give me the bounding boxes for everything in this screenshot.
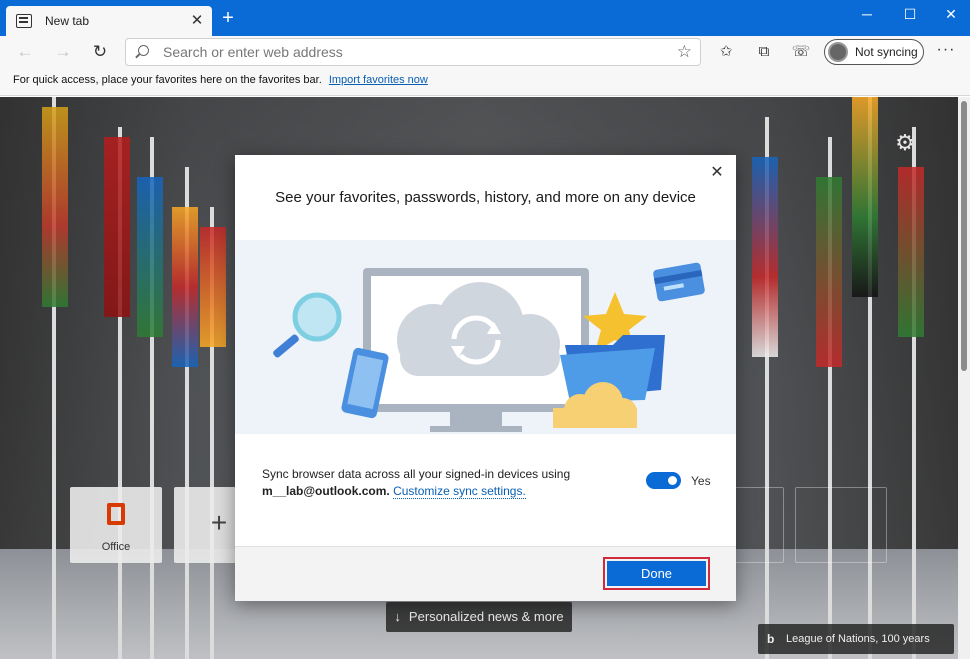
background-flag bbox=[200, 227, 226, 347]
tab-close-icon[interactable]: ✕ bbox=[188, 12, 206, 30]
sync-illustration bbox=[235, 240, 736, 434]
tab-title: New tab bbox=[45, 14, 90, 28]
sync-toggle[interactable] bbox=[646, 472, 681, 489]
account-email: m__lab@outlook.com. bbox=[262, 484, 390, 498]
new-tab-page-icon bbox=[16, 14, 32, 28]
navigation-toolbar: ← → ↻ ☆ ✩ ⧉ ☏ Not syncing ··· bbox=[0, 36, 970, 68]
profile-sync-status: Not syncing bbox=[855, 45, 918, 59]
personalized-news-button[interactable]: ↓ Personalized news & more bbox=[386, 602, 572, 632]
toggle-knob bbox=[668, 476, 677, 485]
address-bar[interactable]: ☆ bbox=[125, 38, 701, 66]
tab-new-tab[interactable]: New tab ✕ bbox=[6, 6, 212, 36]
add-quick-link-button[interactable]: + bbox=[174, 487, 236, 563]
news-button-label: Personalized news & more bbox=[408, 609, 564, 624]
quick-link-placeholder bbox=[795, 487, 887, 563]
add-favorite-star-icon[interactable]: ☆ bbox=[677, 42, 692, 62]
refresh-button[interactable]: ↻ bbox=[89, 41, 111, 63]
done-button-label: Done bbox=[607, 561, 706, 586]
address-input[interactable] bbox=[163, 42, 663, 62]
search-icon bbox=[138, 45, 149, 56]
favorites-bar: For quick access, place your favorites h… bbox=[0, 68, 970, 96]
import-favorites-link[interactable]: Import favorites now bbox=[329, 74, 428, 86]
background-flag bbox=[172, 207, 198, 367]
minimize-button[interactable]: ─ bbox=[852, 4, 882, 24]
collections-icon[interactable]: ⧉ bbox=[753, 41, 775, 63]
page-scrollbar[interactable] bbox=[958, 97, 970, 659]
favorites-bar-message: For quick access, place your favorites h… bbox=[13, 74, 322, 86]
bing-logo-icon: b bbox=[767, 632, 775, 646]
background-flag bbox=[752, 157, 778, 357]
sync-text: Sync browser data across all your signed… bbox=[262, 467, 571, 481]
profile-button[interactable]: Not syncing bbox=[824, 39, 924, 65]
back-button[interactable]: ← bbox=[14, 41, 36, 63]
new-tab-button[interactable]: + bbox=[218, 8, 238, 28]
favorites-icon[interactable]: ✩ bbox=[715, 41, 737, 63]
office-icon bbox=[107, 503, 125, 525]
done-button[interactable]: Done bbox=[603, 557, 710, 590]
maximize-button[interactable]: ☐ bbox=[895, 4, 925, 24]
window-close-button[interactable]: ✕ bbox=[936, 4, 966, 24]
settings-more-menu-icon[interactable]: ··· bbox=[936, 41, 956, 63]
customize-sync-link[interactable]: Customize sync settings. bbox=[393, 484, 526, 499]
background-flag bbox=[104, 137, 130, 317]
forward-button[interactable]: → bbox=[52, 41, 74, 63]
quick-link-office[interactable]: Office bbox=[70, 487, 162, 563]
arrow-down-icon: ↓ bbox=[394, 609, 401, 624]
dialog-close-icon[interactable]: ✕ bbox=[709, 165, 725, 181]
background-flag bbox=[137, 177, 163, 337]
sync-dialog: ✕ See your favorites, passwords, history… bbox=[235, 155, 736, 601]
scrollbar-thumb[interactable] bbox=[961, 101, 967, 371]
feedback-icon[interactable]: ☏ bbox=[790, 41, 812, 63]
image-credit[interactable]: b League of Nations, 100 years later bbox=[758, 624, 954, 654]
title-bar: New tab ✕ + ─ ☐ ✕ bbox=[0, 0, 970, 36]
dialog-title: See your favorites, passwords, history, … bbox=[275, 189, 696, 206]
background-flag bbox=[852, 97, 878, 297]
background-flag bbox=[816, 177, 842, 367]
page-settings-gear-icon[interactable]: ⚙ bbox=[893, 131, 917, 155]
background-flag bbox=[898, 167, 924, 337]
sync-illustration-graphic bbox=[273, 262, 705, 432]
background-flag bbox=[42, 107, 68, 307]
quick-link-label: Office bbox=[101, 541, 131, 553]
avatar bbox=[828, 42, 848, 62]
sync-description: Sync browser data across all your signed… bbox=[262, 466, 592, 500]
sync-toggle-label: Yes bbox=[691, 474, 711, 488]
